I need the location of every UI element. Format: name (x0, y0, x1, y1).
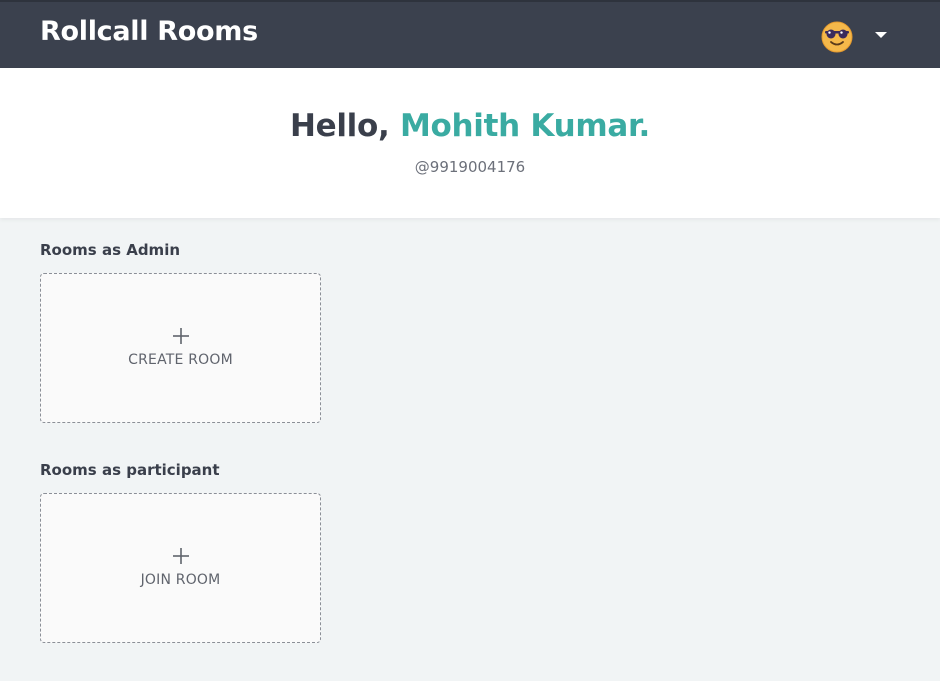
sunglasses-emoji-icon[interactable] (820, 20, 854, 54)
create-room-button[interactable]: CREATE ROOM (40, 273, 321, 423)
admin-rooms-heading: Rooms as Admin (40, 241, 181, 259)
app-title[interactable]: Rollcall Rooms (40, 16, 258, 47)
join-room-label: JOIN ROOM (140, 572, 221, 588)
caret-down-icon[interactable] (871, 28, 891, 42)
create-room-label: CREATE ROOM (128, 352, 233, 368)
welcome-header: Hello, Mohith Kumar. @9919004176 (0, 68, 940, 218)
plus-icon (173, 548, 189, 564)
user-name: Mohith Kumar. (399, 108, 651, 144)
greeting-prefix: Hello, (289, 108, 390, 144)
participant-rooms-heading: Rooms as participant (40, 461, 220, 479)
top-navbar: Rollcall Rooms (0, 0, 940, 68)
user-handle: @9919004176 (414, 158, 526, 176)
plus-icon (173, 328, 189, 344)
greeting-heading: Hello, Mohith Kumar. (0, 108, 940, 144)
join-room-button[interactable]: JOIN ROOM (40, 493, 321, 643)
